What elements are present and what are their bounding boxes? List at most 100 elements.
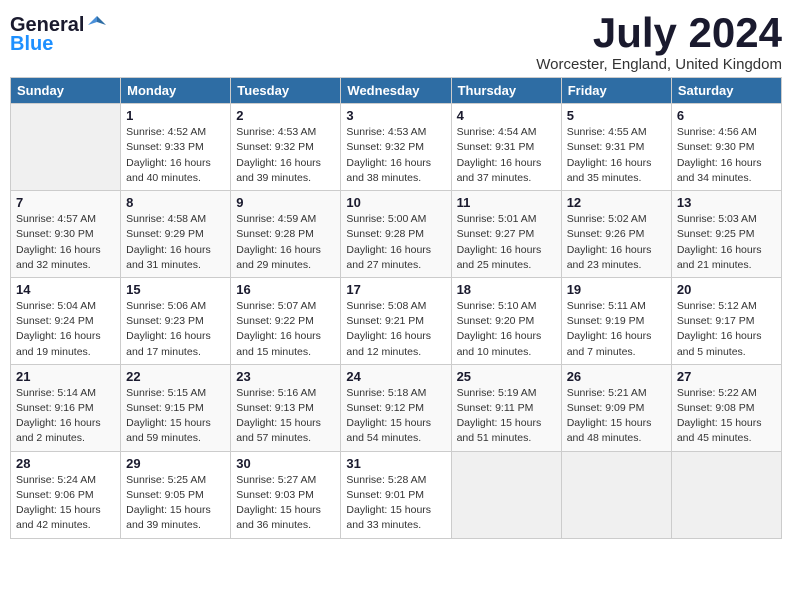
calendar-cell [561, 451, 671, 538]
day-number: 4 [457, 108, 556, 123]
calendar-cell: 4 Sunrise: 4:54 AMSunset: 9:31 PMDaylight… [451, 104, 561, 191]
calendar-cell: 28Sunrise: 5:24 AMSunset: 9:06 PMDayligh… [11, 451, 121, 538]
day-info: Sunrise: 4:56 AMSunset: 9:30 PMDaylight:… [677, 125, 776, 186]
day-info: Sunrise: 5:14 AMSunset: 9:16 PMDaylight:… [16, 386, 115, 447]
calendar-table: SundayMondayTuesdayWednesdayThursdayFrid… [10, 77, 782, 538]
calendar-cell: 11 Sunrise: 5:01 AMSunset: 9:27 PMDayligh… [451, 191, 561, 278]
calendar-cell: 16 Sunrise: 5:07 AMSunset: 9:22 PMDayligh… [231, 277, 341, 364]
calendar-cell: 26Sunrise: 5:21 AMSunset: 9:09 PMDayligh… [561, 364, 671, 451]
day-number: 13 [677, 195, 776, 210]
day-info: Sunrise: 5:11 AMSunset: 9:19 PMDaylight:… [567, 299, 666, 360]
logo: General Blue [10, 10, 108, 56]
day-info: Sunrise: 5:01 AMSunset: 9:27 PMDaylight:… [457, 212, 556, 273]
day-info: Sunrise: 5:00 AMSunset: 9:28 PMDaylight:… [346, 212, 445, 273]
day-info: Sunrise: 4:58 AMSunset: 9:29 PMDaylight:… [126, 212, 225, 273]
day-number: 9 [236, 195, 335, 210]
day-info: Sunrise: 5:18 AMSunset: 9:12 PMDaylight:… [346, 386, 445, 447]
calendar-cell: 27 Sunrise: 5:22 AMSunset: 9:08 PMDayligh… [671, 364, 781, 451]
day-info: Sunrise: 5:02 AMSunset: 9:26 PMDaylight:… [567, 212, 666, 273]
day-info: Sunrise: 5:12 AMSunset: 9:17 PMDaylight:… [677, 299, 776, 360]
day-number: 3 [346, 108, 445, 123]
day-number: 7 [16, 195, 115, 210]
calendar-cell: 15 Sunrise: 5:06 AMSunset: 9:23 PMDayligh… [121, 277, 231, 364]
day-info: Sunrise: 5:22 AMSunset: 9:08 PMDaylight:… [677, 386, 776, 447]
day-info: Sunrise: 5:28 AMSunset: 9:01 PMDaylight:… [346, 473, 445, 534]
logo-icon [86, 14, 108, 36]
day-info: Sunrise: 4:53 AMSunset: 9:32 PMDaylight:… [346, 125, 445, 186]
day-info: Sunrise: 4:53 AMSunset: 9:32 PMDaylight:… [236, 125, 335, 186]
day-number: 11 [457, 195, 556, 210]
page-header: General Blue July 2024 Worcester, Englan… [10, 10, 782, 73]
day-number: 16 [236, 282, 335, 297]
calendar-cell: 3 Sunrise: 4:53 AMSunset: 9:32 PMDaylight… [341, 104, 451, 191]
day-info: Sunrise: 5:03 AMSunset: 9:25 PMDaylight:… [677, 212, 776, 273]
day-info: Sunrise: 5:07 AMSunset: 9:22 PMDaylight:… [236, 299, 335, 360]
day-number: 6 [677, 108, 776, 123]
day-info: Sunrise: 5:15 AMSunset: 9:15 PMDaylight:… [126, 386, 225, 447]
day-info: Sunrise: 5:04 AMSunset: 9:24 PMDaylight:… [16, 299, 115, 360]
column-header-thursday: Thursday [451, 78, 561, 104]
calendar-cell: 21Sunrise: 5:14 AMSunset: 9:16 PMDayligh… [11, 364, 121, 451]
calendar-cell: 23 Sunrise: 5:16 AMSunset: 9:13 PMDayligh… [231, 364, 341, 451]
calendar-cell: 13 Sunrise: 5:03 AMSunset: 9:25 PMDayligh… [671, 191, 781, 278]
day-info: Sunrise: 4:52 AMSunset: 9:33 PMDaylight:… [126, 125, 225, 186]
day-info: Sunrise: 5:19 AMSunset: 9:11 PMDaylight:… [457, 386, 556, 447]
location: Worcester, England, United Kingdom [536, 56, 782, 73]
day-info: Sunrise: 5:08 AMSunset: 9:21 PMDaylight:… [346, 299, 445, 360]
day-number: 29 [126, 456, 225, 471]
calendar-cell: 10 Sunrise: 5:00 AMSunset: 9:28 PMDayligh… [341, 191, 451, 278]
day-number: 23 [236, 369, 335, 384]
day-number: 30 [236, 456, 335, 471]
calendar-cell: 17 Sunrise: 5:08 AMSunset: 9:21 PMDayligh… [341, 277, 451, 364]
day-number: 31 [346, 456, 445, 471]
day-number: 22 [126, 369, 225, 384]
calendar-cell [11, 104, 121, 191]
column-header-friday: Friday [561, 78, 671, 104]
day-info: Sunrise: 4:57 AMSunset: 9:30 PMDaylight:… [16, 212, 115, 273]
day-number: 12 [567, 195, 666, 210]
column-header-tuesday: Tuesday [231, 78, 341, 104]
day-number: 18 [457, 282, 556, 297]
calendar-cell: 8 Sunrise: 4:58 AMSunset: 9:29 PMDaylight… [121, 191, 231, 278]
calendar-cell: 6 Sunrise: 4:56 AMSunset: 9:30 PMDaylight… [671, 104, 781, 191]
column-header-saturday: Saturday [671, 78, 781, 104]
day-info: Sunrise: 4:54 AMSunset: 9:31 PMDaylight:… [457, 125, 556, 186]
day-info: Sunrise: 5:06 AMSunset: 9:23 PMDaylight:… [126, 299, 225, 360]
column-header-sunday: Sunday [11, 78, 121, 104]
day-info: Sunrise: 5:25 AMSunset: 9:05 PMDaylight:… [126, 473, 225, 534]
calendar-cell [671, 451, 781, 538]
calendar-cell: 20 Sunrise: 5:12 AMSunset: 9:17 PMDayligh… [671, 277, 781, 364]
day-info: Sunrise: 5:24 AMSunset: 9:06 PMDaylight:… [16, 473, 115, 534]
calendar-cell: 19 Sunrise: 5:11 AMSunset: 9:19 PMDayligh… [561, 277, 671, 364]
day-number: 1 [126, 108, 225, 123]
day-number: 2 [236, 108, 335, 123]
day-number: 14 [16, 282, 115, 297]
calendar-cell [451, 451, 561, 538]
month-title: July 2024 [536, 10, 782, 56]
day-number: 20 [677, 282, 776, 297]
calendar-cell: 29 Sunrise: 5:25 AMSunset: 9:05 PMDayligh… [121, 451, 231, 538]
day-info: Sunrise: 5:10 AMSunset: 9:20 PMDaylight:… [457, 299, 556, 360]
day-number: 8 [126, 195, 225, 210]
day-number: 27 [677, 369, 776, 384]
day-number: 25 [457, 369, 556, 384]
calendar-cell: 31 Sunrise: 5:28 AMSunset: 9:01 PMDayligh… [341, 451, 451, 538]
calendar-cell: 12 Sunrise: 5:02 AMSunset: 9:26 PMDayligh… [561, 191, 671, 278]
day-info: Sunrise: 5:27 AMSunset: 9:03 PMDaylight:… [236, 473, 335, 534]
day-number: 17 [346, 282, 445, 297]
day-number: 15 [126, 282, 225, 297]
calendar-cell: 22 Sunrise: 5:15 AMSunset: 9:15 PMDayligh… [121, 364, 231, 451]
calendar-cell: 24 Sunrise: 5:18 AMSunset: 9:12 PMDayligh… [341, 364, 451, 451]
calendar-cell: 7 Sunrise: 4:57 AMSunset: 9:30 PMDaylight… [11, 191, 121, 278]
day-number: 10 [346, 195, 445, 210]
day-number: 5 [567, 108, 666, 123]
day-info: Sunrise: 5:16 AMSunset: 9:13 PMDaylight:… [236, 386, 335, 447]
calendar-cell: 18 Sunrise: 5:10 AMSunset: 9:20 PMDayligh… [451, 277, 561, 364]
day-number: 26 [567, 369, 666, 384]
calendar-cell: 25 Sunrise: 5:19 AMSunset: 9:11 PMDayligh… [451, 364, 561, 451]
column-header-monday: Monday [121, 78, 231, 104]
day-number: 24 [346, 369, 445, 384]
calendar-cell: 1 Sunrise: 4:52 AMSunset: 9:33 PMDaylight… [121, 104, 231, 191]
logo-blue: Blue [10, 33, 53, 56]
day-number: 19 [567, 282, 666, 297]
